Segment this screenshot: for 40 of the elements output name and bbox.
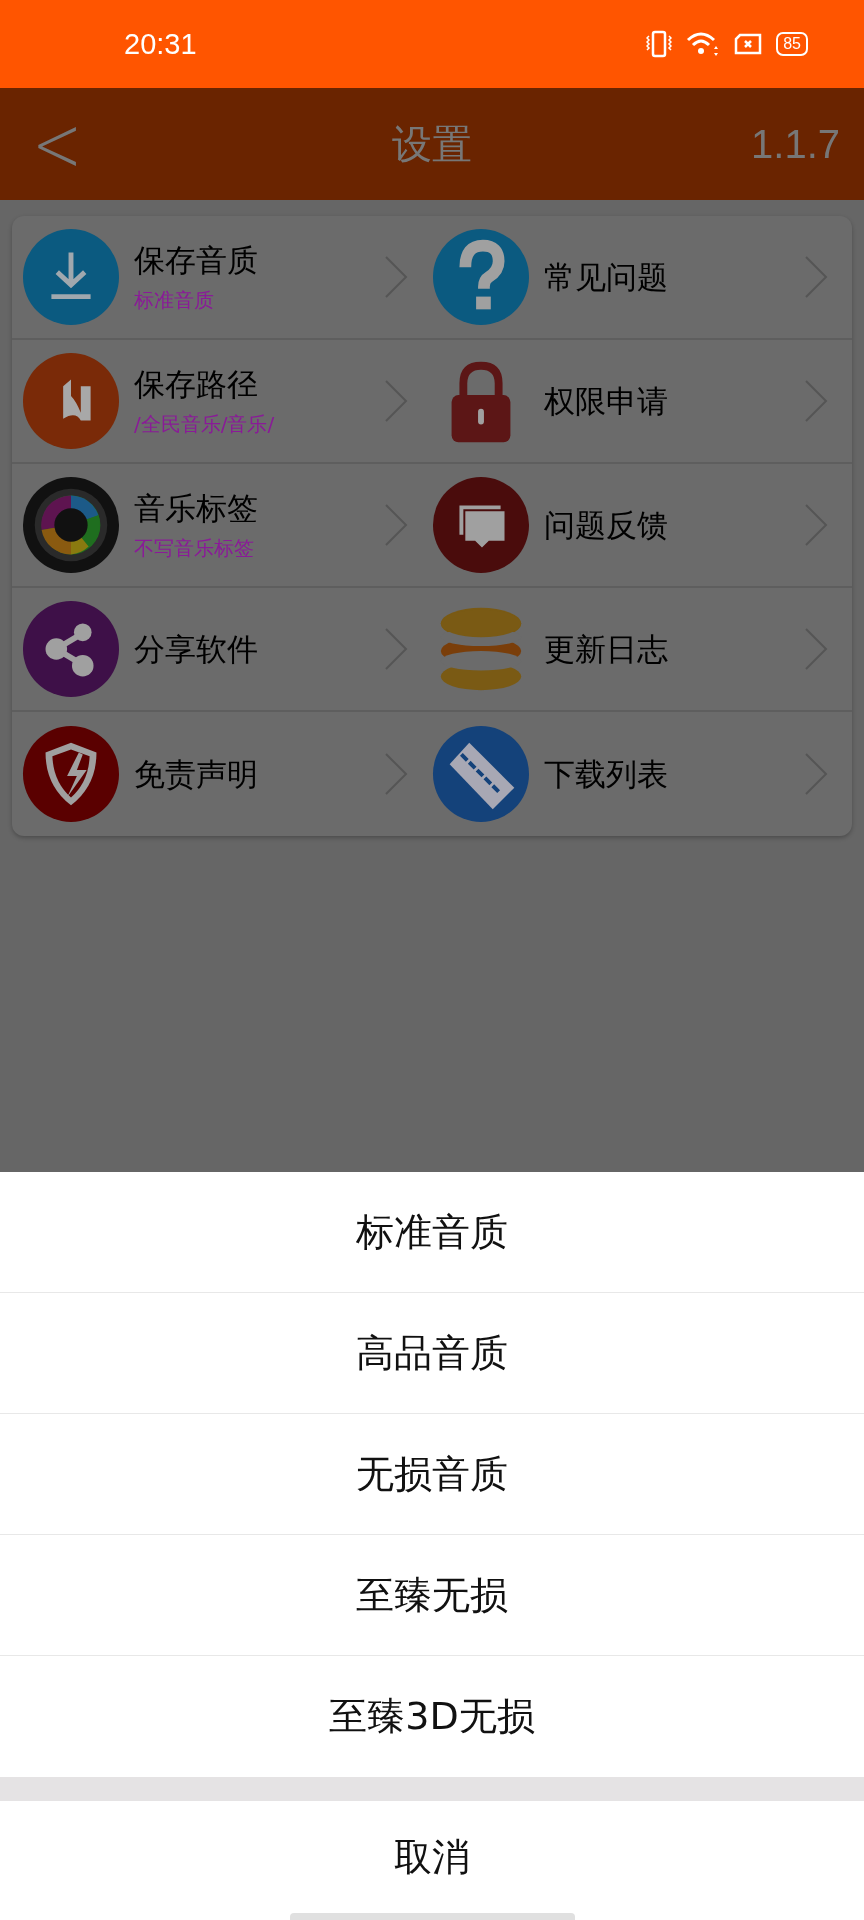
- item-title: 问题反馈: [544, 506, 669, 545]
- version-label: 1.1.7: [751, 121, 840, 167]
- settings-item[interactable]: 免责声明: [12, 712, 432, 836]
- item-title: 音乐标签: [134, 489, 259, 528]
- item-subtitle: 标准音质: [134, 287, 215, 314]
- camera-lens-icon: [22, 476, 120, 574]
- item-title: 更新日志: [544, 630, 669, 669]
- status-time: 20:31: [124, 27, 197, 61]
- settings-item[interactable]: 音乐标签 不写音乐标签: [12, 464, 432, 588]
- sim-card-icon: [734, 33, 763, 55]
- settings-item[interactable]: 常见问题: [432, 216, 852, 340]
- settings-item[interactable]: 更新日志: [432, 588, 852, 712]
- download-icon: [22, 228, 120, 326]
- item-title: 下载列表: [544, 755, 669, 794]
- home-indicator[interactable]: [290, 1913, 575, 1920]
- item-title: 常见问题: [544, 258, 669, 297]
- page-title: 设置: [392, 120, 472, 167]
- item-title: 分享软件: [134, 630, 259, 669]
- message-icon: [432, 476, 530, 574]
- item-subtitle: /全民音乐/音乐/: [134, 411, 276, 438]
- settings-item[interactable]: 权限申请: [432, 340, 852, 464]
- settings-item[interactable]: 保存音质 标准音质: [12, 216, 432, 340]
- battery-indicator: 85: [776, 32, 808, 56]
- settings-item[interactable]: 保存路径 /全民音乐/音乐/: [12, 340, 432, 464]
- item-title: 保存路径: [134, 365, 259, 404]
- question-icon: [432, 228, 530, 326]
- settings-item[interactable]: 问题反馈: [432, 464, 852, 588]
- settings-item[interactable]: 下载列表: [432, 712, 852, 836]
- share-icon: [22, 600, 120, 698]
- back-button[interactable]: <: [24, 105, 91, 183]
- vibrate-icon: [646, 30, 673, 58]
- ruler-icon: [432, 725, 530, 823]
- item-title: 保存音质: [134, 241, 259, 280]
- wifi-icon: [686, 31, 721, 57]
- item-subtitle: 不写音乐标签: [134, 535, 255, 562]
- shield-icon: [22, 725, 120, 823]
- item-title: 免责声明: [134, 755, 259, 794]
- book-icon: [22, 352, 120, 450]
- item-title: 权限申请: [544, 382, 669, 421]
- settings-item[interactable]: 分享软件: [12, 588, 432, 712]
